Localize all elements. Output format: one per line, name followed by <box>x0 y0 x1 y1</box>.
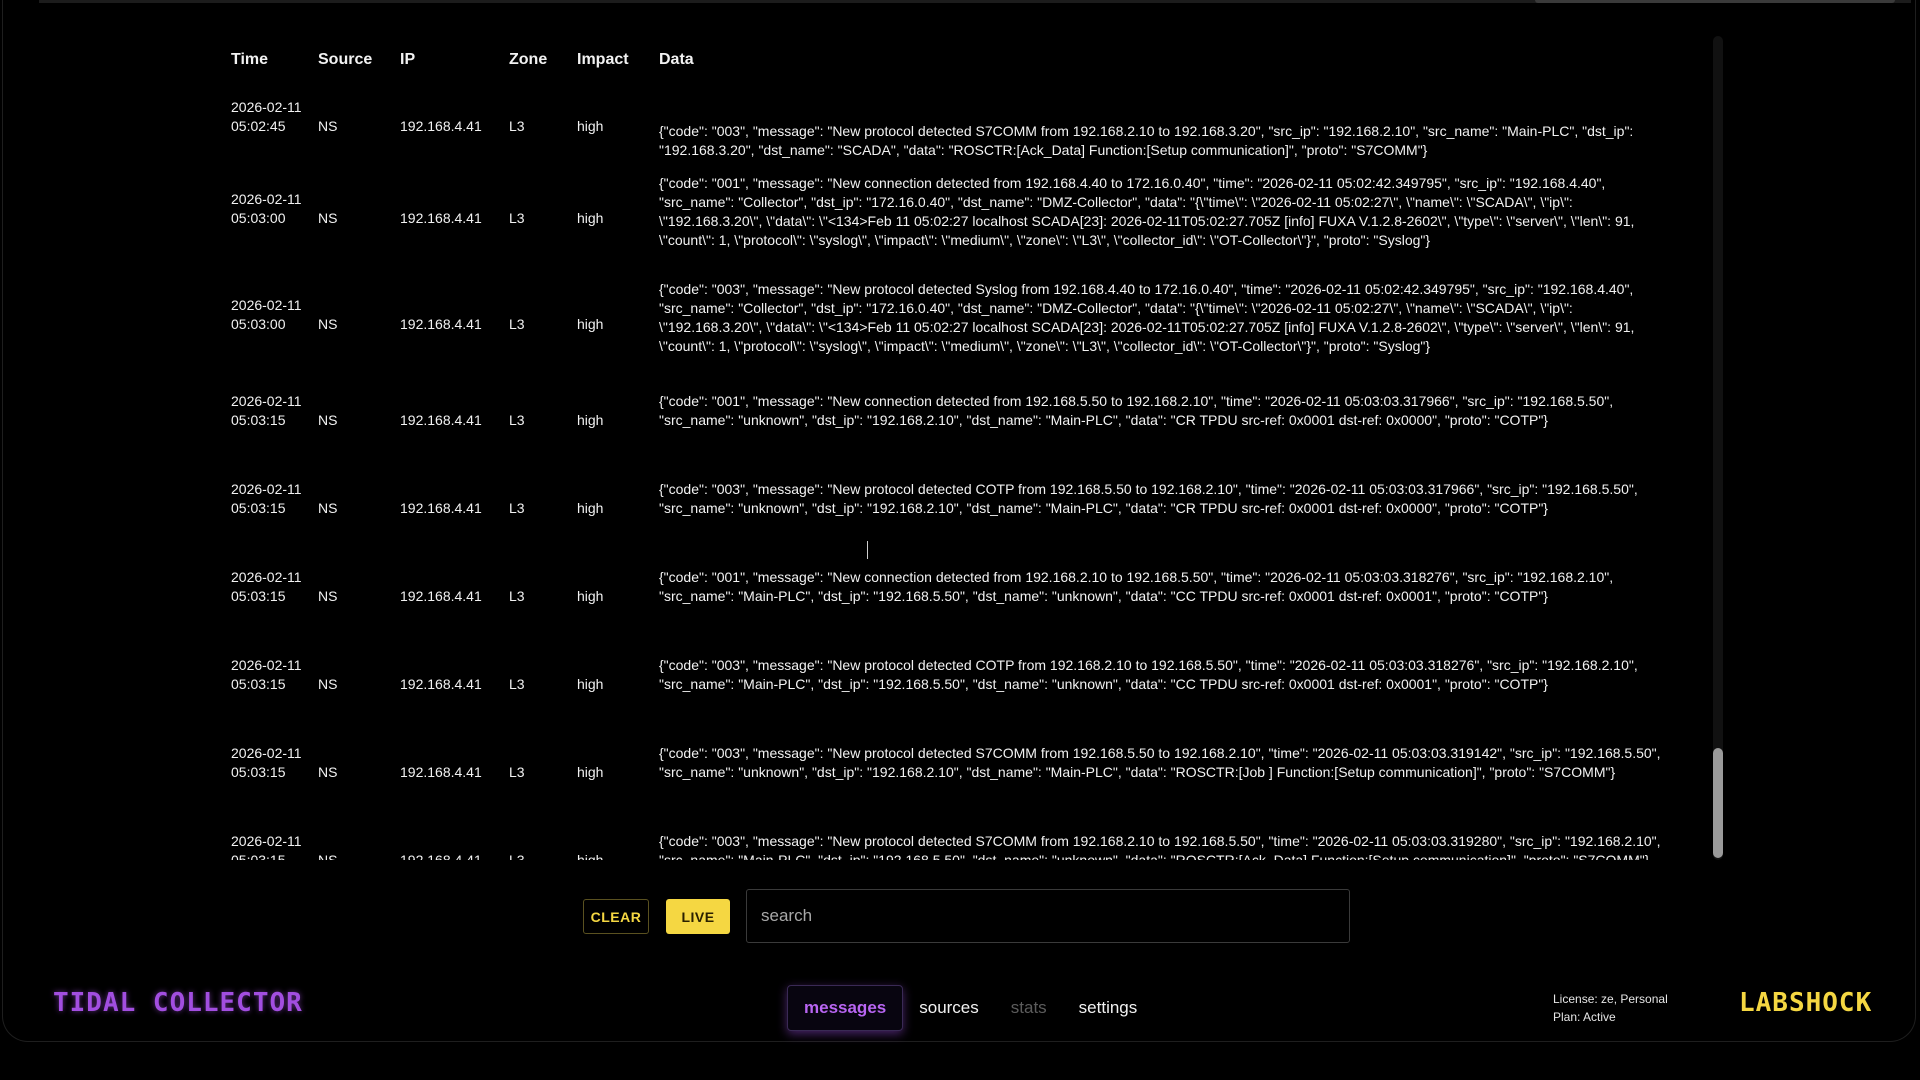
table-row[interactable]: 2026-02-11 05:03:00 NS 192.168.4.41 L3 high {… <box>215 154 1685 248</box>
license-info: License: ze, Personal Plan: Active <box>1553 990 1668 1026</box>
app-window: 2026-02-11 05:02:45 NS 192.168.4.41 L3 high {… <box>2 0 1916 1042</box>
cell-source: NS <box>318 316 338 332</box>
log-scrollbar-thumb[interactable] <box>1713 748 1723 858</box>
cell-impact: high <box>577 588 604 604</box>
table-row[interactable]: 2026-02-11 05:03:15 NS 192.168.4.41 L3 high {… <box>215 806 1685 860</box>
search-input[interactable] <box>746 889 1350 943</box>
cell-time: 2026-02-11 05:02:45 <box>231 99 302 134</box>
log-scrollbar[interactable] <box>1713 36 1723 860</box>
main-nav: messages sources stats settings <box>787 985 1153 1031</box>
cell-time: 2026-02-11 05:03:15 <box>231 745 302 780</box>
cell-source: NS <box>318 412 338 428</box>
table-row[interactable]: 2026-02-11 05:03:15 NS 192.168.4.41 L3 high {… <box>215 366 1685 436</box>
cell-source: NS <box>318 588 338 604</box>
cell-impact: high <box>577 316 604 332</box>
cell-time: 2026-02-11 05:03:15 <box>231 833 302 860</box>
cell-impact: high <box>577 118 604 134</box>
cell-data: {"code": "003", "message": "New protocol… <box>659 481 1638 516</box>
cell-source: NS <box>318 118 338 134</box>
cell-ip: 192.168.4.41 <box>400 316 482 332</box>
cell-time: 2026-02-11 05:03:15 <box>231 481 302 516</box>
cell-impact: high <box>577 676 604 692</box>
top-edge-tab <box>1535 0 1895 3</box>
cell-time: 2026-02-11 05:03:15 <box>231 657 302 692</box>
cell-ip: 192.168.4.41 <box>400 118 482 134</box>
header-zone[interactable]: Zone <box>509 51 547 69</box>
cell-zone: L3 <box>509 316 525 332</box>
nav-messages[interactable]: messages <box>787 985 904 1031</box>
cell-source: NS <box>318 500 338 516</box>
cell-zone: L3 <box>509 764 525 780</box>
cell-ip: 192.168.4.41 <box>400 588 482 604</box>
message-log-header: Time Source IP Zone Impact Data <box>215 36 1685 84</box>
cell-zone: L3 <box>509 210 525 226</box>
header-ip[interactable]: IP <box>400 51 415 69</box>
cell-ip: 192.168.4.41 <box>400 676 482 692</box>
cell-source: NS <box>318 210 338 226</box>
cell-data: {"code": "001", "message": "New connecti… <box>659 569 1614 604</box>
table-row[interactable]: 2026-02-11 05:03:15 NS 192.168.4.41 L3 high {… <box>215 542 1685 612</box>
cell-ip: 192.168.4.41 <box>400 412 482 428</box>
cell-zone: L3 <box>509 852 525 860</box>
clear-button[interactable]: CLEAR <box>583 899 649 934</box>
cell-ip: 192.168.4.41 <box>400 500 482 516</box>
cell-zone: L3 <box>509 588 525 604</box>
live-button[interactable]: LIVE <box>666 899 730 934</box>
cell-impact: high <box>577 412 604 428</box>
plan-line: Plan: Active <box>1553 1010 1616 1024</box>
cell-data: {"code": "003", "message": "New protocol… <box>659 833 1661 860</box>
cell-time: 2026-02-11 05:03:00 <box>231 297 302 332</box>
cell-time: 2026-02-11 05:03:15 <box>231 393 302 428</box>
table-row[interactable]: 2026-02-11 05:03:15 NS 192.168.4.41 L3 high {… <box>215 454 1685 524</box>
cell-source: NS <box>318 852 338 860</box>
cell-data: {"code": "001", "message": "New connecti… <box>659 175 1635 248</box>
cell-zone: L3 <box>509 118 525 134</box>
cell-ip: 192.168.4.41 <box>400 764 482 780</box>
nav-stats[interactable]: stats <box>995 986 1063 1030</box>
cell-data: {"code": "001", "message": "New connecti… <box>659 393 1614 428</box>
cell-data: {"code": "003", "message": "New protocol… <box>659 281 1635 354</box>
cell-time: 2026-02-11 05:03:00 <box>231 191 302 226</box>
labshock-logo: LABSHOCK <box>1739 988 1873 1018</box>
cell-zone: L3 <box>509 412 525 428</box>
cell-source: NS <box>318 764 338 780</box>
cell-zone: L3 <box>509 500 525 516</box>
cell-zone: L3 <box>509 676 525 692</box>
cell-ip: 192.168.4.41 <box>400 852 482 860</box>
text-cursor <box>867 541 868 559</box>
nav-sources[interactable]: sources <box>903 986 995 1030</box>
cell-impact: high <box>577 852 604 860</box>
cell-impact: high <box>577 500 604 516</box>
header-impact[interactable]: Impact <box>577 51 629 69</box>
top-edge <box>39 0 1911 3</box>
message-log[interactable]: 2026-02-11 05:02:45 NS 192.168.4.41 L3 high {… <box>215 36 1705 860</box>
license-line: License: ze, Personal <box>1553 992 1668 1006</box>
table-row[interactable]: 2026-02-11 05:03:15 NS 192.168.4.41 L3 high {… <box>215 718 1685 788</box>
cell-time: 2026-02-11 05:03:15 <box>231 569 302 604</box>
cell-source: NS <box>318 676 338 692</box>
cell-impact: high <box>577 210 604 226</box>
nav-settings[interactable]: settings <box>1063 986 1154 1030</box>
tidal-collector-logo: TIDAL COLLECTOR <box>53 988 303 1018</box>
cell-data: {"code": "003", "message": "New protocol… <box>659 657 1638 692</box>
cell-impact: high <box>577 764 604 780</box>
header-source[interactable]: Source <box>318 51 372 69</box>
header-data[interactable]: Data <box>659 51 694 69</box>
table-row[interactable]: 2026-02-11 05:03:15 NS 192.168.4.41 L3 high {… <box>215 630 1685 700</box>
cell-data: {"code": "003", "message": "New protocol… <box>659 745 1661 780</box>
header-time[interactable]: Time <box>231 51 268 69</box>
cell-ip: 192.168.4.41 <box>400 210 482 226</box>
table-row[interactable]: 2026-02-11 05:03:00 NS 192.168.4.41 L3 high {… <box>215 260 1685 354</box>
message-log-body: 2026-02-11 05:02:45 NS 192.168.4.41 L3 high {… <box>215 36 1685 860</box>
